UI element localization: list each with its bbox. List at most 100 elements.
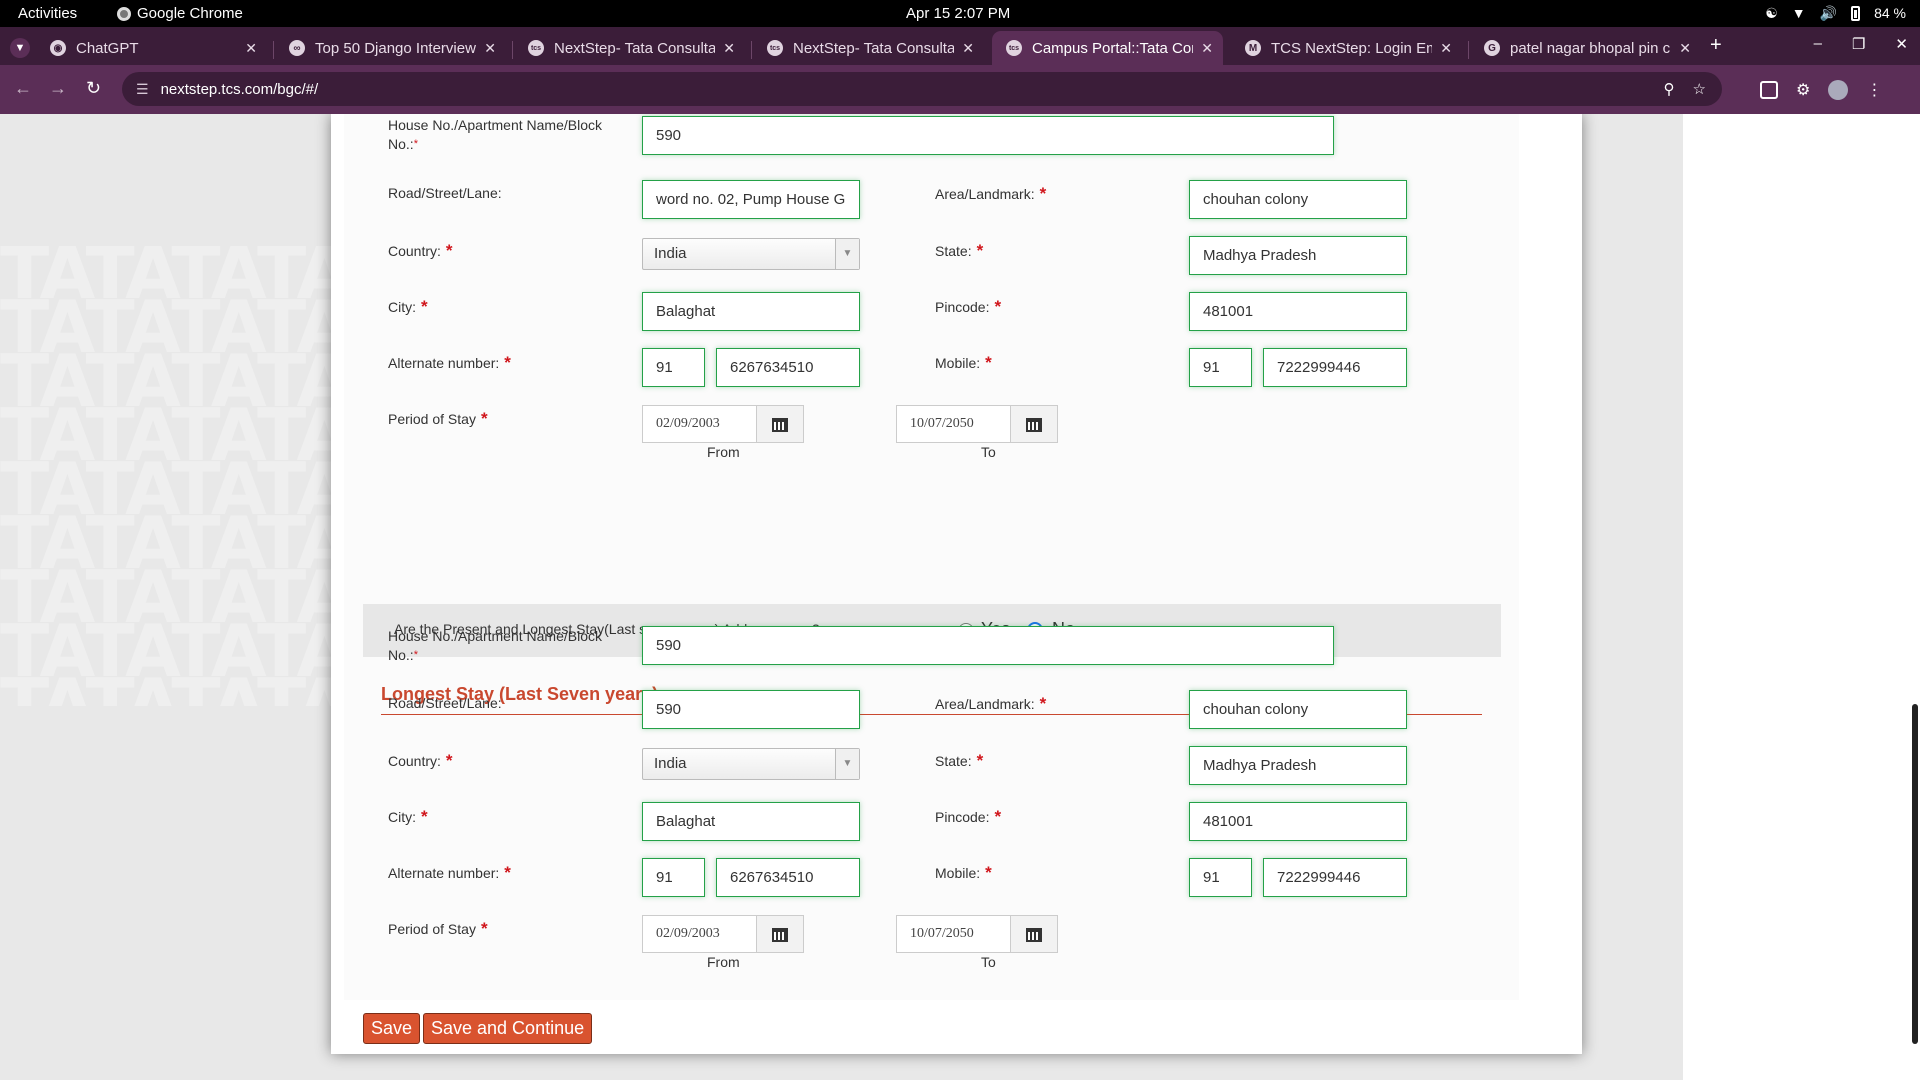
google-icon: G <box>1484 40 1500 56</box>
close-window-icon[interactable]: ✕ <box>1895 35 1908 53</box>
close-tab-icon[interactable]: ✕ <box>1201 40 1213 57</box>
bookmark-star-icon[interactable]: ☆ <box>1693 80 1706 98</box>
country-selected: India <box>654 245 687 262</box>
alternate-code-input[interactable]: 91 <box>642 858 705 897</box>
from-date-input[interactable]: 02/09/2003 <box>642 915 757 953</box>
tab-separator <box>751 41 752 59</box>
reload-icon[interactable]: ↻ <box>86 78 101 99</box>
alternate-number-input[interactable]: 6267634510 <box>716 858 860 897</box>
app-menu[interactable]: Google Chrome <box>117 5 243 22</box>
alternate-number-input[interactable]: 6267634510 <box>716 348 860 387</box>
house-input[interactable]: 590 <box>642 626 1334 665</box>
house-label: House No./Apartment Name/Block No.:* <box>388 628 602 663</box>
mobile-label: Mobile: * <box>935 353 992 372</box>
browser-tab[interactable]: ◉ ChatGPT ✕ <box>36 31 267 65</box>
window-controls: – ❐ ✕ <box>1814 35 1908 53</box>
close-tab-icon[interactable]: ✕ <box>1679 40 1691 57</box>
close-tab-icon[interactable]: ✕ <box>1440 40 1452 57</box>
address-bar[interactable]: ☰ nextstep.tcs.com/bgc/#/ ⚲ ☆ <box>122 72 1722 106</box>
tab-title: TCS NextStep: Login Em <box>1271 39 1433 57</box>
from-calendar-button[interactable] <box>756 405 804 443</box>
area-input[interactable]: chouhan colony <box>1189 180 1407 219</box>
scrollbar-thumb[interactable] <box>1912 704 1918 1044</box>
area-input[interactable]: chouhan colony <box>1189 690 1407 729</box>
mobile-code-input[interactable]: 91 <box>1189 858 1252 897</box>
house-label: House No./Apartment Name/Block No.:* <box>388 117 602 152</box>
tab-title: ChatGPT <box>76 39 139 57</box>
close-tab-icon[interactable]: ✕ <box>245 40 257 57</box>
city-input[interactable]: Balaghat <box>642 292 860 331</box>
road-input[interactable]: word no. 02, Pump House G <box>642 180 860 219</box>
city-input[interactable]: Balaghat <box>642 802 860 841</box>
calendar-icon <box>1026 926 1042 942</box>
save-and-continue-button[interactable]: Save and Continue <box>423 1013 593 1044</box>
navigation-bar: ← → ↻ ☰ nextstep.tcs.com/bgc/#/ ⚲ ☆ <box>0 65 1920 114</box>
area-label: Area/Landmark: * <box>935 694 1047 713</box>
to-date-input[interactable]: 10/07/2050 <box>896 915 1011 953</box>
alternate-code-input[interactable]: 91 <box>642 348 705 387</box>
save-button[interactable]: Save <box>363 1013 421 1044</box>
maximize-icon[interactable]: ❐ <box>1852 35 1865 53</box>
chrome-menu-icon[interactable]: ⋮ <box>1866 80 1882 100</box>
from-date-input[interactable]: 02/09/2003 <box>642 405 757 443</box>
chrome-icon <box>117 6 131 21</box>
site-info-icon[interactable]: ☰ <box>136 81 149 98</box>
tab-search-button[interactable]: ▼ <box>10 38 30 58</box>
url-text[interactable]: nextstep.tcs.com/bgc/#/ <box>161 81 319 98</box>
tab-title: Campus Portal::Tata Con <box>1032 39 1194 57</box>
close-tab-icon[interactable]: ✕ <box>484 40 496 57</box>
minimize-icon[interactable]: – <box>1814 35 1822 53</box>
country-select[interactable]: India ▼ <box>642 238 860 270</box>
back-icon[interactable]: ← <box>14 78 32 99</box>
from-caption: From <box>707 954 740 970</box>
mobile-number-input[interactable]: 7222999446 <box>1263 348 1407 387</box>
calendar-icon <box>1026 416 1042 432</box>
browser-tab[interactable]: tcs NextStep- Tata Consulta ✕ <box>514 31 745 65</box>
to-date-input[interactable]: 10/07/2050 <box>896 405 1011 443</box>
state-input[interactable]: Madhya Pradesh <box>1189 746 1407 785</box>
browser-tab[interactable]: tcs Campus Portal::Tata Con ✕ <box>992 31 1223 65</box>
profile-avatar[interactable] <box>1828 80 1849 100</box>
house-input[interactable]: 590 <box>642 116 1334 155</box>
mobile-number-input[interactable]: 7222999446 <box>1263 858 1407 897</box>
page-right-gutter <box>1683 114 1920 1080</box>
browser-tab[interactable]: ∞ Top 50 Django Interview ✕ <box>275 31 506 65</box>
to-calendar-button[interactable] <box>1010 405 1058 443</box>
from-caption: From <box>707 444 740 460</box>
status-area[interactable]: ☯ ▼ 🔊 84 % <box>1765 5 1906 21</box>
country-select[interactable]: India ▼ <box>642 748 860 780</box>
pincode-input[interactable]: 481001 <box>1189 802 1407 841</box>
state-input[interactable]: Madhya Pradesh <box>1189 236 1407 275</box>
to-calendar-button[interactable] <box>1010 915 1058 953</box>
close-tab-icon[interactable]: ✕ <box>962 40 974 57</box>
road-input[interactable]: 590 <box>642 690 860 729</box>
calendar-icon <box>772 926 788 942</box>
accessibility-icon: ☯ <box>1765 5 1778 21</box>
puzzle-icon[interactable]: ⚙ <box>1796 80 1810 100</box>
extension-icon[interactable] <box>1760 81 1778 99</box>
clock[interactable]: Apr 15 2:07 PM <box>906 5 1010 22</box>
tab-separator <box>273 41 274 59</box>
toolbar-right: ⚙ ⋮ <box>1760 80 1882 100</box>
system-top-bar: Activities Google Chrome Apr 15 2:07 PM … <box>0 0 1920 27</box>
chevron-down-icon: ▼ <box>835 749 859 779</box>
activities-button[interactable]: Activities <box>18 5 77 22</box>
forward-icon[interactable]: → <box>49 78 67 99</box>
mobile-code-input[interactable]: 91 <box>1189 348 1252 387</box>
chevron-down-icon: ▼ <box>835 239 859 269</box>
page-viewport: TATATATA TATATATA TATATATA TATATATA TATATATA… <box>0 114 1920 1080</box>
zoom-icon[interactable]: ⚲ <box>1664 80 1675 98</box>
browser-tab[interactable]: M TCS NextStep: Login Em ✕ <box>1231 31 1462 65</box>
close-tab-icon[interactable]: ✕ <box>723 40 735 57</box>
road-label: Road/Street/Lane: <box>388 185 502 201</box>
from-calendar-button[interactable] <box>756 915 804 953</box>
browser-tab[interactable]: Gpatel nagar bhopal pin c ✕ <box>1470 31 1701 65</box>
tab-separator <box>512 41 513 59</box>
country-label: Country: * <box>388 751 453 770</box>
road-label: Road/Street/Lane: <box>388 695 502 711</box>
new-tab-button[interactable]: + <box>1710 34 1722 57</box>
background-pattern: TATATATA TATATATA TATATATA TATATATA TATATATA… <box>0 246 340 706</box>
browser-tab[interactable]: tcs NextStep- Tata Consulta ✕ <box>753 31 984 65</box>
pincode-input[interactable]: 481001 <box>1189 292 1407 331</box>
alternate-number-label: Alternate number: * <box>388 353 511 372</box>
